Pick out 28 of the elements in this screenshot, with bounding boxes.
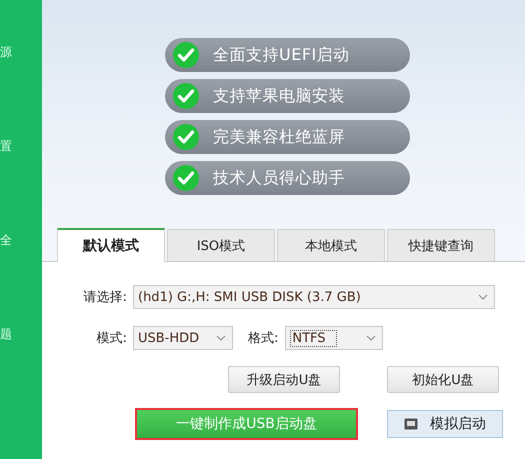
field-label: 模式: bbox=[96, 330, 127, 347]
check-icon bbox=[173, 83, 199, 109]
tab[interactable]: 快捷键查询 bbox=[387, 229, 495, 261]
dropdown-value: NTFS bbox=[290, 330, 337, 346]
check-icon bbox=[173, 165, 199, 191]
tab[interactable]: 默认模式 bbox=[57, 228, 165, 262]
caret-icon bbox=[366, 335, 376, 341]
dropdown[interactable]: USB-HDD bbox=[133, 326, 233, 350]
field-label: 请选择: bbox=[82, 289, 127, 306]
caret-icon bbox=[216, 335, 226, 341]
feature-text: 支持苹果电脑安装 bbox=[213, 86, 345, 106]
dropdown-value: USB-HDD bbox=[138, 330, 200, 346]
dropdown[interactable]: (hd1) G:,H: SMI USB DISK (3.7 GB) bbox=[133, 285, 495, 309]
dropdown-value: (hd1) G:,H: SMI USB DISK (3.7 GB) bbox=[138, 290, 361, 304]
dropdown[interactable]: NTFS bbox=[285, 326, 384, 350]
monitor-icon bbox=[404, 418, 418, 430]
button[interactable]: 升级启动U盘 bbox=[228, 366, 340, 393]
simulate-button[interactable]: 模拟启动 bbox=[387, 410, 503, 438]
feature-text: 完美兼容杜绝蓝屏 bbox=[213, 126, 345, 148]
caret-icon bbox=[478, 294, 488, 300]
field-label: 格式: bbox=[248, 330, 278, 347]
feature-text: 技术人员得心助手 bbox=[213, 168, 345, 188]
feature-text: 全面支持UEFI启动 bbox=[213, 44, 350, 66]
tab[interactable]: ISO模式 bbox=[167, 229, 275, 261]
check-icon bbox=[173, 42, 199, 68]
check-icon bbox=[173, 124, 199, 150]
button[interactable]: 初始化U盘 bbox=[387, 366, 499, 393]
tab[interactable]: 本地模式 bbox=[277, 229, 385, 261]
